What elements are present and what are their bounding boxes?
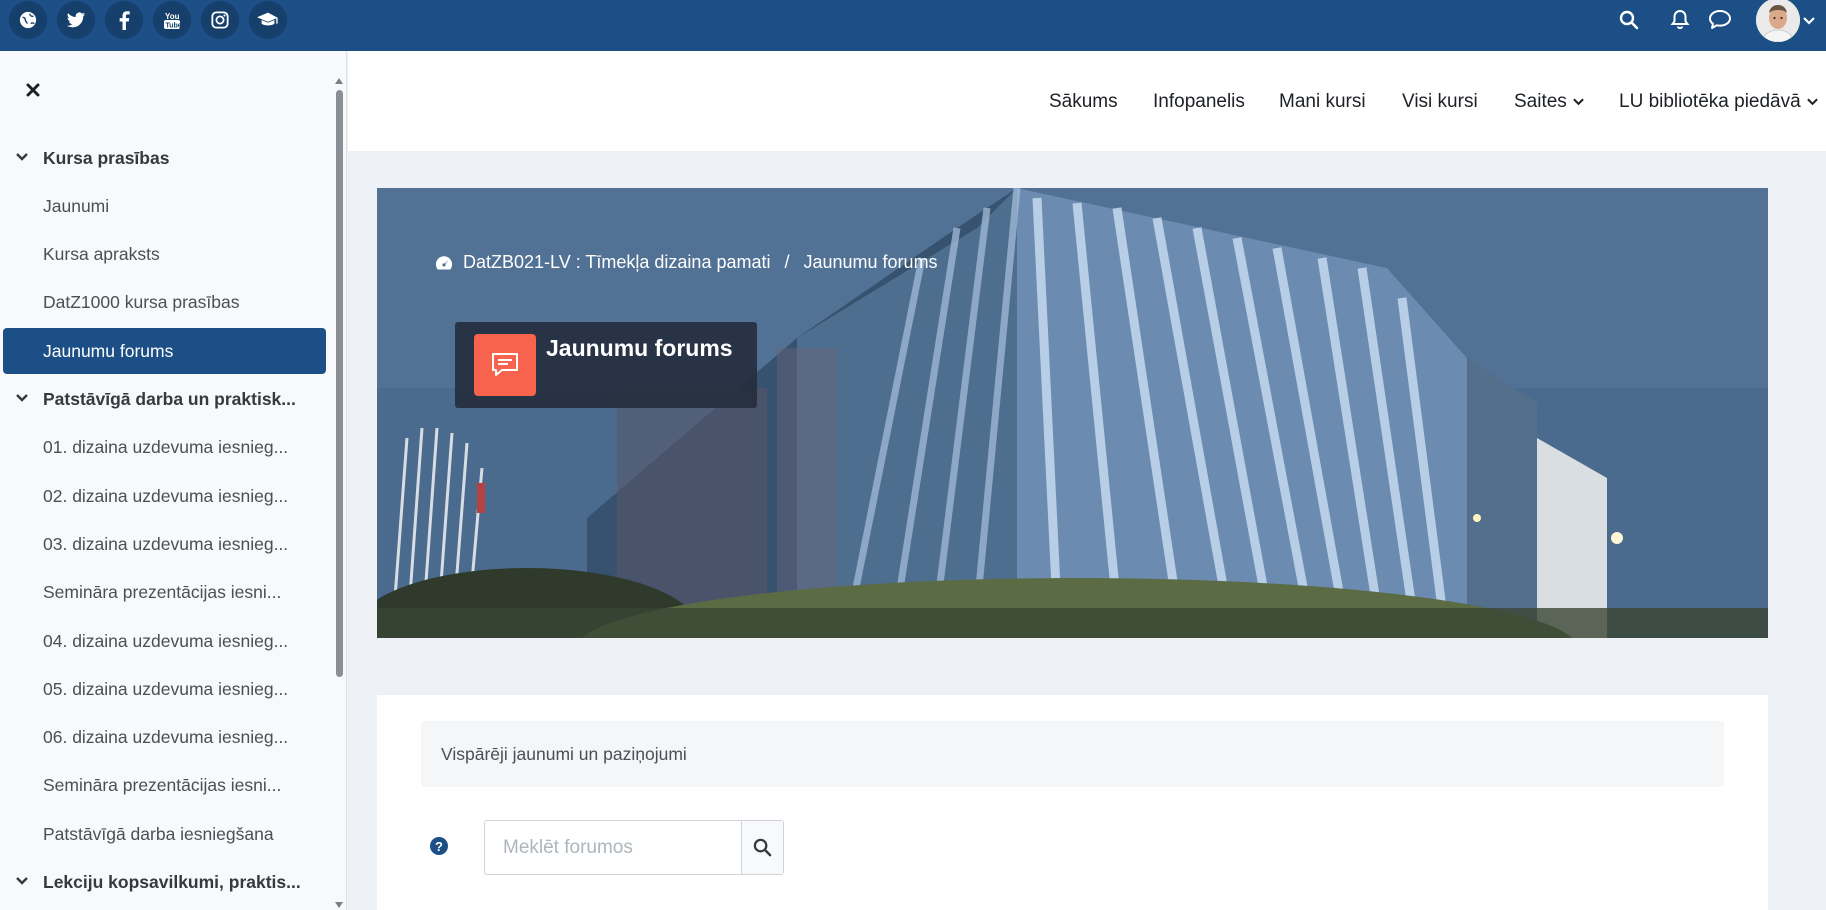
drawer-item-label: Lekciju kopsavilkumi, praktis...	[43, 871, 301, 892]
drawer-item[interactable]: Semināra prezentācijas iesni...	[3, 762, 326, 808]
breadcrumb-course-link[interactable]: DatZB021-LV : Tīmekļa dizaina pamati	[463, 252, 770, 273]
breadcrumb: DatZB021-LV : Tīmekļa dizaina pamati / J…	[435, 252, 938, 273]
svg-text:Tube: Tube	[166, 23, 182, 30]
nav-link-links-dropdown[interactable]: Saites	[1514, 91, 1584, 113]
drawer-item-label: Semināra prezentācijas iesni...	[43, 774, 282, 795]
nav-link-dashboard[interactable]: Infopanelis	[1153, 91, 1245, 113]
drawer-section[interactable]: Patstāvīgā darba un praktisk...	[3, 376, 326, 422]
svg-text:You: You	[165, 12, 180, 21]
scroll-up-arrow[interactable]	[335, 78, 343, 84]
page-title: Jaunumu forums	[546, 335, 733, 361]
dashboard-gauge-icon	[435, 256, 453, 270]
drawer-item[interactable]: 03. dizaina uzdevuma iesnieg...	[3, 521, 326, 567]
instagram-icon[interactable]	[201, 1, 239, 39]
drawer-scrollbar-thumb[interactable]	[336, 90, 343, 677]
avatar[interactable]	[1756, 0, 1800, 42]
drawer-item[interactable]: 06. dizaina uzdevuma iesnieg...	[3, 714, 326, 760]
scroll-down-arrow[interactable]	[335, 902, 343, 908]
bell-icon[interactable]	[1666, 6, 1694, 34]
drawer-section[interactable]: Lekciju kopsavilkumi, praktis...	[3, 859, 326, 905]
drawer-item-label: Semināra prezentācijas iesni...	[43, 581, 282, 602]
search-button[interactable]	[741, 821, 783, 874]
search-icon	[753, 838, 772, 857]
user-menu-chevron-down-icon[interactable]	[1803, 12, 1815, 30]
drawer-item-label: Patstāvīgā darba iesniegšana	[43, 823, 274, 844]
nav-link-home[interactable]: Sākums	[1049, 91, 1118, 113]
drawer-item[interactable]: Patstāvīgā darba iesniegšana	[3, 811, 326, 857]
drawer-item-label: Kursa prasības	[43, 147, 170, 168]
twitter-icon[interactable]	[57, 1, 95, 39]
facebook-icon[interactable]	[105, 1, 143, 39]
drawer-item-label: 02. dizaina uzdevuma iesnieg...	[43, 485, 289, 506]
drawer-item-label: Kursa apraksts	[43, 243, 160, 264]
drawer-item[interactable]: 05. dizaina uzdevuma iesnieg...	[3, 666, 326, 712]
chevron-down-icon[interactable]	[15, 150, 29, 164]
drawer-item-label: Jaunumi	[43, 195, 110, 216]
graduation-cap-icon[interactable]	[249, 1, 287, 39]
drawer-item-label: 03. dizaina uzdevuma iesnieg...	[43, 533, 289, 554]
forum-search-input[interactable]	[485, 821, 741, 874]
drawer-item-label: 01. dizaina uzdevuma iesnieg...	[43, 436, 289, 457]
nav-link-my-courses[interactable]: Mani kursi	[1279, 91, 1366, 113]
drawer-section[interactable]: Kursa prasības	[3, 135, 326, 181]
chevron-down-icon[interactable]	[15, 874, 29, 888]
drawer-item[interactable]: Semināra prezentācijas iesni...	[3, 569, 326, 615]
drawer-item-label: Patstāvīgā darba un praktisk...	[43, 388, 296, 409]
drawer-item-label: DatZ1000 kursa prasības	[43, 291, 240, 312]
drawer-item-label: 05. dizaina uzdevuma iesnieg...	[43, 678, 289, 699]
drawer-item-label: 04. dizaina uzdevuma iesnieg...	[43, 630, 289, 651]
chat-icon[interactable]	[1707, 6, 1735, 34]
drawer-item[interactable]: Kursa apraksts	[3, 231, 326, 277]
forum-intro-text: Vispārēji jaunumi un paziņojumi	[441, 744, 687, 764]
drawer-item[interactable]: Jaunumu forums	[3, 328, 326, 374]
drawer-item-label: 06. dizaina uzdevuma iesnieg...	[43, 726, 289, 747]
search-icon[interactable]	[1615, 6, 1643, 34]
top-bar: You Tube	[0, 0, 1826, 51]
breadcrumb-separator: /	[784, 252, 790, 272]
drawer-item[interactable]: 04. dizaina uzdevuma iesnieg...	[3, 618, 326, 664]
youtube-icon[interactable]: You Tube	[153, 1, 191, 39]
forum-icon	[474, 334, 536, 396]
drawer-item[interactable]: 02. dizaina uzdevuma iesnieg...	[3, 473, 326, 519]
drawer-item[interactable]: DatZ1000 kursa prasības	[3, 279, 326, 325]
drawer-item[interactable]: 01. dizaina uzdevuma iesnieg...	[3, 424, 326, 470]
drawer-item[interactable]: Jaunumi	[3, 183, 326, 229]
drawer-item-label: Jaunumu forums	[43, 340, 174, 361]
chevron-down-icon	[1573, 98, 1584, 106]
breadcrumb-current[interactable]: Jaunumu forums	[804, 252, 938, 273]
globe-icon[interactable]	[9, 1, 47, 39]
help-icon[interactable]: ?	[430, 837, 448, 855]
nav-link-all-courses[interactable]: Visi kursi	[1402, 91, 1478, 113]
close-drawer-icon[interactable]	[20, 77, 46, 103]
nav-link-library-dropdown[interactable]: LU bibliotēka piedāvā	[1619, 91, 1818, 113]
chevron-down-icon	[1806, 98, 1818, 106]
chevron-down-icon[interactable]	[15, 391, 29, 405]
